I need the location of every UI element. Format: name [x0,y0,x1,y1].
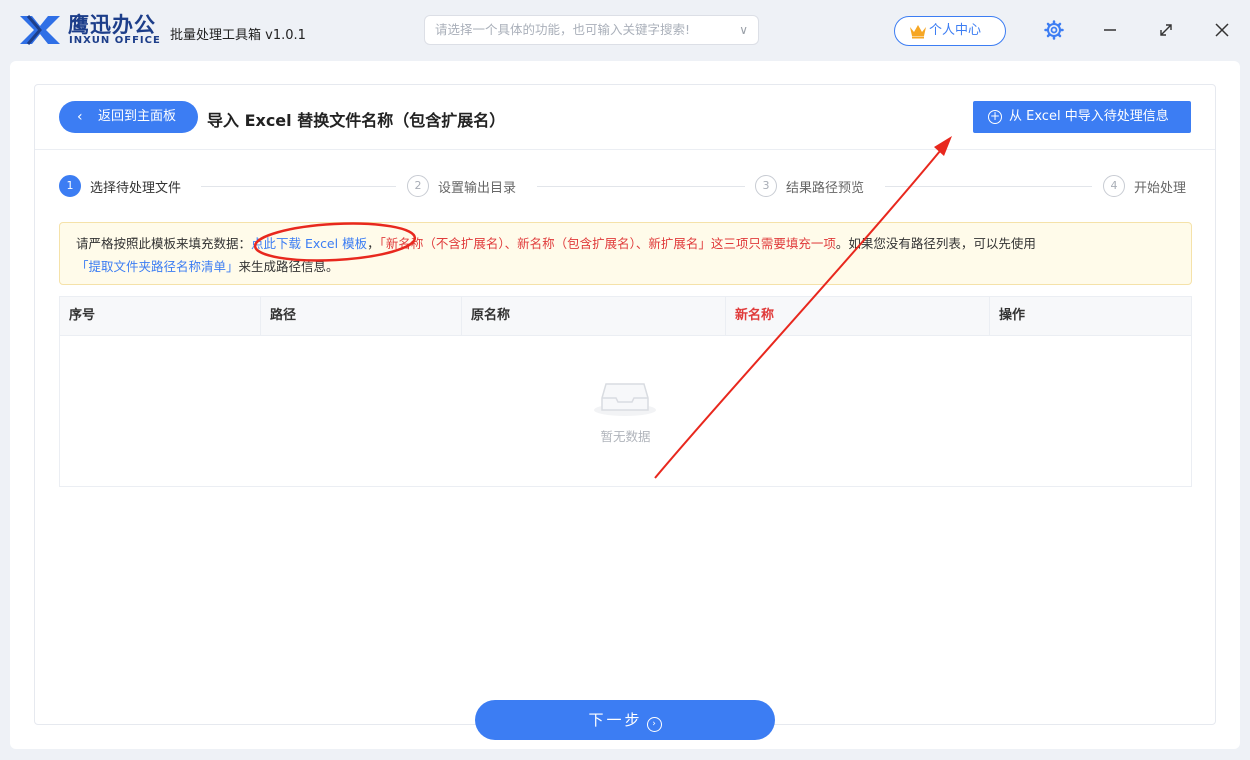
step-connector [885,186,1092,187]
column-header-new-name: 新名称 [726,297,990,335]
template-notice: 请严格按照此模板来填充数据：点此下载 Excel 模板，「新名称（不含扩展名）、… [59,222,1192,285]
file-table: 序号 路径 原名称 新名称 操作 暂无数据 [59,296,1192,487]
chevron-down-icon[interactable]: ∨ [739,16,748,44]
notice-comma: ， [367,236,380,251]
next-step-button[interactable]: 下一步 › [475,700,775,740]
empty-data-text: 暂无数据 [600,429,651,444]
column-header-original-name: 原名称 [462,297,726,335]
next-step-label: 下一步 [588,711,643,729]
app-title: 批量处理工具箱 v1.0.1 [170,28,306,43]
crown-icon [910,25,926,39]
column-header-action: 操作 [999,308,1026,323]
import-from-excel-button[interactable]: + 从 Excel 中导入待处理信息 [973,101,1191,133]
maximize-icon[interactable] [1154,18,1178,42]
notice-warning: 「新名称（不含扩展名）、新名称（包含扩展名）、新扩展名」这三项只需要填充一项 [379,236,836,251]
table-header: 序号 路径 原名称 新名称 操作 [60,297,1191,336]
step-number: 1 [59,175,81,197]
search-placeholder: 请选择一个具体的功能，也可输入关键字搜索! [435,22,691,37]
plus-circle-icon: + [988,109,1002,124]
page-title: 导入 Excel 替换文件名称（包含扩展名） [207,111,506,130]
notice-middle: 。如果您没有路径列表，可以先使用 [835,236,1036,251]
table-body: 暂无数据 [60,336,1191,486]
notice-prefix: 请严格按照此模板来填充数据： [76,236,252,251]
step-connector [537,186,745,187]
title-bar: 鹰迅办公 INXUN OFFICE 批量处理工具箱 v1.0.1 请选择一个具体… [0,0,1250,62]
close-icon[interactable] [1210,18,1234,42]
step-label: 结果路径预览 [786,181,865,196]
step-number: 3 [755,175,777,197]
function-search-input[interactable]: 请选择一个具体的功能，也可输入关键字搜索! ∨ [424,15,759,45]
back-to-main-button[interactable]: ‹ 返回到主面板 [59,101,198,133]
chevron-right-circle-icon: › [646,717,662,732]
step-label: 开始处理 [1134,181,1187,196]
personal-center-button[interactable]: 个人中心 [894,16,1006,46]
content-panel: ‹ 返回到主面板 导入 Excel 替换文件名称（包含扩展名） + 从 Exce… [34,84,1216,725]
step-number: 4 [1103,175,1125,197]
chevron-left-icon: ‹ [77,109,83,125]
main-card: ‹ 返回到主面板 导入 Excel 替换文件名称（包含扩展名） + 从 Exce… [10,61,1240,749]
step-number: 2 [407,175,429,197]
column-header-index: 序号 [60,297,261,335]
inxun-logo-icon [20,15,60,45]
minimize-icon[interactable] [1098,18,1122,42]
step-connector [201,186,396,187]
download-template-link[interactable]: 点此下载 Excel 模板 [251,236,367,251]
step-label: 选择待处理文件 [90,181,182,196]
notice-suffix: 来生成路径信息。 [238,259,339,274]
settings-gear-icon[interactable] [1042,18,1066,42]
brand-name-en: INXUN OFFICE [69,35,161,46]
back-button-label: 返回到主面板 [98,109,177,124]
import-button-label: 从 Excel 中导入待处理信息 [1009,109,1169,124]
step-label: 设置输出目录 [438,181,517,196]
header-divider [35,149,1215,150]
empty-inbox-icon [594,383,656,416]
personal-center-label: 个人中心 [929,23,982,38]
column-header-path: 路径 [261,297,462,335]
extract-path-list-link[interactable]: 「提取文件夹路径名称清单」 [76,259,239,274]
